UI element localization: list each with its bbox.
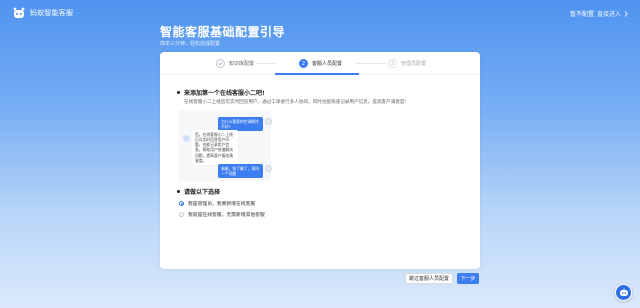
user-avatar: [265, 118, 272, 125]
section-title-row: 请做以下选择: [177, 187, 265, 196]
step-agent-config[interactable]: 2 客服人员配置: [299, 52, 342, 75]
option-label: 我就是在线客服，无需新增其他客服: [188, 213, 265, 218]
steps-bar: 知识库配置 2 客服人员配置 3 管理员配置: [160, 52, 480, 75]
page-subtitle: 简单三分钟，轻松完成配置: [160, 41, 221, 47]
config-card: 知识库配置 2 客服人员配置 3 管理员配置 来添加第一个在线客服小二吧! 在线…: [160, 52, 480, 269]
assistant-float-button[interactable]: [615, 284, 632, 301]
page-title: 智能客服基础配置引导: [160, 25, 286, 39]
step-connector: [355, 63, 385, 64]
intro-section: 来添加第一个在线客服小二吧! 在线客服小二上线后可实时回答用户，通过工单进行多人…: [177, 88, 406, 106]
step-connector: [256, 63, 276, 64]
skip-label-2: 直接进入: [596, 11, 621, 18]
option-admin[interactable]: 我是管理员，我要新增在线客服: [179, 200, 265, 207]
chat-illustration: 为什么我家的空调制冷不好? 您，在线客服小二上线后可实时回答用户问题，也能记录用…: [178, 110, 272, 181]
user-avatar: [265, 165, 272, 172]
option-agent[interactable]: 我就是在线客服，无需新增其他客服: [179, 211, 265, 218]
choice-section: 请做以下选择 我是管理员，我要新增在线客服 我就是在线客服，无需新增其他客服: [177, 187, 265, 218]
chat-answer-bubble: 您，在线客服小二上线后可实时回答用户问题，也能记录用户信息，帮助用户快速解决问题…: [192, 130, 238, 165]
step-number: 2: [299, 59, 308, 68]
bullet-dot: [177, 190, 180, 193]
radio-checked[interactable]: [179, 201, 184, 206]
section-title: 来添加第一个在线客服小二吧!: [184, 90, 265, 97]
step-label: 知识库配置: [229, 61, 255, 67]
step-knowledge-base[interactable]: 知识库配置: [216, 52, 254, 75]
section-title-row: 来添加第一个在线客服小二吧!: [177, 88, 406, 97]
bullet-dot: [177, 91, 180, 94]
section-title: 请做以下选择: [184, 189, 221, 196]
brand-name: 蚂蚁智能客服: [30, 9, 74, 17]
bot-avatar: [183, 135, 190, 142]
step-admin-config[interactable]: 3 管理员配置: [388, 52, 426, 75]
skip-label: 暂不配置: [569, 11, 594, 18]
chat-reply-bubble: 谢谢，知了解了，再问一个问题: [218, 164, 263, 179]
robot-assistant-icon: [619, 288, 628, 296]
chevron-right-icon: [624, 10, 628, 17]
brand: 蚂蚁智能客服: [12, 7, 73, 19]
active-step-indicator: [275, 73, 359, 75]
step-number: 3: [388, 59, 397, 68]
option-label: 我是管理员，我要新增在线客服: [188, 202, 256, 207]
step-label: 客服人员配置: [312, 61, 343, 67]
section-description: 在线客服小二上线后可实时回答用户，通过工单进行多人协同，同时也能快速记录用户信息…: [184, 100, 407, 105]
radio-unchecked[interactable]: [179, 212, 184, 217]
skip-agent-config-button[interactable]: 跳过客服人员配置: [405, 273, 453, 284]
step-label: 管理员配置: [401, 61, 427, 67]
next-step-button[interactable]: 下一步: [457, 273, 479, 284]
robot-logo-icon: [13, 7, 25, 18]
skip-configuration-link[interactable]: 暂不配置 直接进入: [570, 9, 628, 18]
check-icon: [216, 59, 225, 68]
